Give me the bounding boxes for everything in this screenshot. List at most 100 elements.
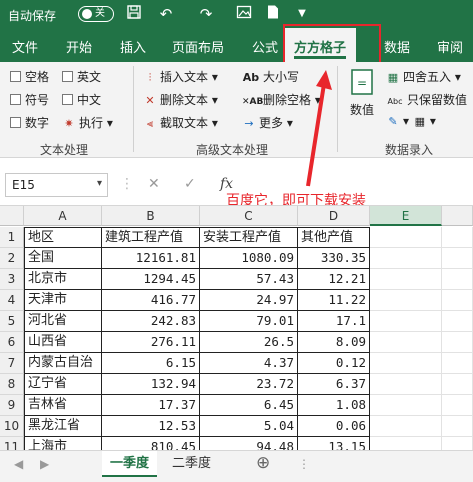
value-cell[interactable]: 13.15 [298,437,370,450]
row-header[interactable]: 6 [0,332,24,353]
header-cell[interactable]: 安装工程产值 [200,227,298,248]
value-cell[interactable]: 11.22 [298,290,370,311]
column-header-e[interactable]: E [370,206,442,226]
value-cell[interactable]: 1294.45 [102,269,200,290]
empty-cell[interactable] [442,374,473,395]
new-file-icon[interactable] [263,4,283,24]
region-cell[interactable]: 天津市 [24,290,102,311]
option-number[interactable]: 数字 [10,114,49,131]
row-header[interactable]: 5 [0,311,24,332]
sheet-tab-q2[interactable]: 二季度 [164,451,219,477]
column-header-c[interactable]: C [200,206,298,226]
row-header[interactable]: 1 [0,227,24,248]
empty-cell[interactable] [442,437,473,450]
empty-cell[interactable] [442,227,473,248]
cancel-icon[interactable]: ✕ [148,176,160,192]
tab-data[interactable]: 数据 [384,37,410,56]
value-cell[interactable]: 12.21 [298,269,370,290]
tab-file[interactable]: 文件 [12,37,38,56]
value-cell[interactable]: 6.45 [200,395,298,416]
chevron-down-icon[interactable]: ▾ [97,178,102,189]
image-icon[interactable] [234,4,254,24]
value-cell[interactable]: 242.83 [102,311,200,332]
row-header[interactable]: 3 [0,269,24,290]
select-all-corner[interactable] [0,206,24,226]
enter-icon[interactable]: ✓ [184,176,196,192]
value-cell[interactable]: 12161.81 [102,248,200,269]
tab-page-layout[interactable]: 页面布局 [172,37,224,56]
empty-cell[interactable] [442,353,473,374]
value-cell[interactable]: 810.45 [102,437,200,450]
empty-cell[interactable] [442,248,473,269]
value-cell[interactable]: 0.06 [298,416,370,437]
round-button[interactable]: ▦ 四舍五入 ▾ [386,68,461,85]
empty-cell[interactable] [370,395,442,416]
region-cell[interactable]: 黑龙江省 [24,416,102,437]
row-header[interactable]: 7 [0,353,24,374]
add-sheet-icon[interactable]: ⊕ [256,453,270,473]
empty-cell[interactable] [370,311,442,332]
tab-home[interactable]: 开始 [66,37,92,56]
value-cell[interactable]: 94.48 [200,437,298,450]
case-button[interactable]: Ab 大小写 [242,68,299,85]
value-cell[interactable]: 17.1 [298,311,370,332]
value-cell[interactable]: 8.09 [298,332,370,353]
region-cell[interactable]: 上海市 [24,437,102,450]
redo-icon[interactable]: ↷ [196,4,216,24]
value-cell[interactable]: 12.53 [102,416,200,437]
extract-text-button[interactable]: ⫷ 截取文本 ▾ [143,114,218,131]
region-cell[interactable]: 河北省 [24,311,102,332]
empty-cell[interactable] [442,311,473,332]
value-cell[interactable]: 6.37 [298,374,370,395]
header-cell[interactable]: 地区 [24,227,102,248]
column-header-b[interactable]: B [102,206,200,226]
value-cell[interactable]: 276.11 [102,332,200,353]
value-cell[interactable]: 5.04 [200,416,298,437]
keep-values-button[interactable]: Abc 只保留数值 [386,91,468,108]
value-button[interactable]: = 数值 [343,68,381,128]
scroll-left-icon[interactable]: ◀ [14,457,23,471]
value-cell[interactable]: 26.5 [200,332,298,353]
option-english[interactable]: 英文 [62,68,101,85]
empty-cell[interactable] [370,416,442,437]
value-cell[interactable]: 416.77 [102,290,200,311]
value-cell[interactable]: 132.94 [102,374,200,395]
column-header-f[interactable] [442,206,473,226]
value-cell[interactable]: 4.37 [200,353,298,374]
empty-cell[interactable] [370,248,442,269]
region-cell[interactable]: 山西省 [24,332,102,353]
scroll-right-icon[interactable]: ▶ [40,457,49,471]
save-icon[interactable] [124,4,144,24]
empty-cell[interactable] [370,437,442,450]
value-cell[interactable]: 0.12 [298,353,370,374]
value-cell[interactable]: 17.37 [102,395,200,416]
row-header[interactable]: 10 [0,416,24,437]
tab-formulas[interactable]: 公式 [252,37,278,56]
option-symbol[interactable]: 符号 [10,91,49,108]
more-button[interactable]: → 更多 ▾ [242,114,292,131]
execute-button[interactable]: ✷ 执行 ▾ [62,114,112,131]
value-cell[interactable]: 6.15 [102,353,200,374]
tab-insert[interactable]: 插入 [120,37,146,56]
option-chinese[interactable]: 中文 [62,91,101,108]
region-cell[interactable]: 内蒙古自治 [24,353,102,374]
insert-text-button[interactable]: ⫶ 插入文本 ▾ [143,68,218,85]
value-cell[interactable]: 330.35 [298,248,370,269]
edit-dropdown-button[interactable]: ✎ ▾ ▦ ▾ [386,114,435,128]
autosave-toggle[interactable]: 关 [78,6,114,22]
spreadsheet-grid[interactable]: A B C D E 1 地区 建筑工程产值 安装工程产值 其他产值 2 全国 12161.81… [0,205,473,450]
empty-cell[interactable] [442,332,473,353]
sheet-tab-q1[interactable]: 一季度 [102,451,158,477]
header-cell[interactable]: 其他产值 [298,227,370,248]
header-cell[interactable]: 建筑工程产值 [102,227,200,248]
row-header[interactable]: 9 [0,395,24,416]
value-cell[interactable]: 23.72 [200,374,298,395]
drag-handle-icon[interactable]: ⋮ [120,176,134,192]
value-cell[interactable]: 79.01 [200,311,298,332]
empty-cell[interactable] [370,290,442,311]
delete-text-button[interactable]: ✕ 删除文本 ▾ [143,91,217,108]
value-cell[interactable]: 1080.09 [200,248,298,269]
row-header[interactable]: 4 [0,290,24,311]
region-cell[interactable]: 全国 [24,248,102,269]
option-space[interactable]: 空格 [10,68,49,85]
